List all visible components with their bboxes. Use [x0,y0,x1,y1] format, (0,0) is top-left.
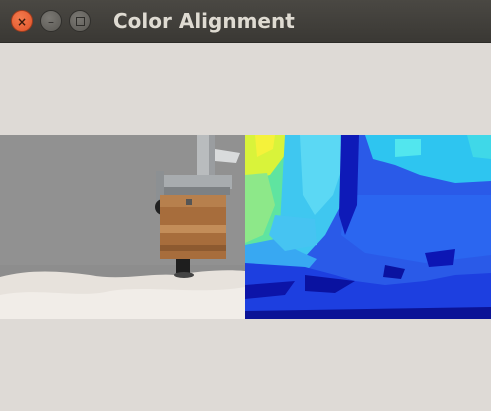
content-area [0,43,491,411]
title-bar[interactable]: × – Color Alignment [0,0,491,43]
window-title: Color Alignment [113,9,295,33]
minimize-button[interactable]: – [40,10,62,32]
app-window: × – Color Alignment [0,0,491,411]
close-button[interactable]: × [11,10,33,32]
color-image [0,135,245,319]
depth-image [245,135,491,319]
maximize-icon [75,17,85,26]
close-icon: × [16,15,28,29]
minimize-icon: – [48,15,54,29]
maximize-button[interactable] [69,10,91,32]
